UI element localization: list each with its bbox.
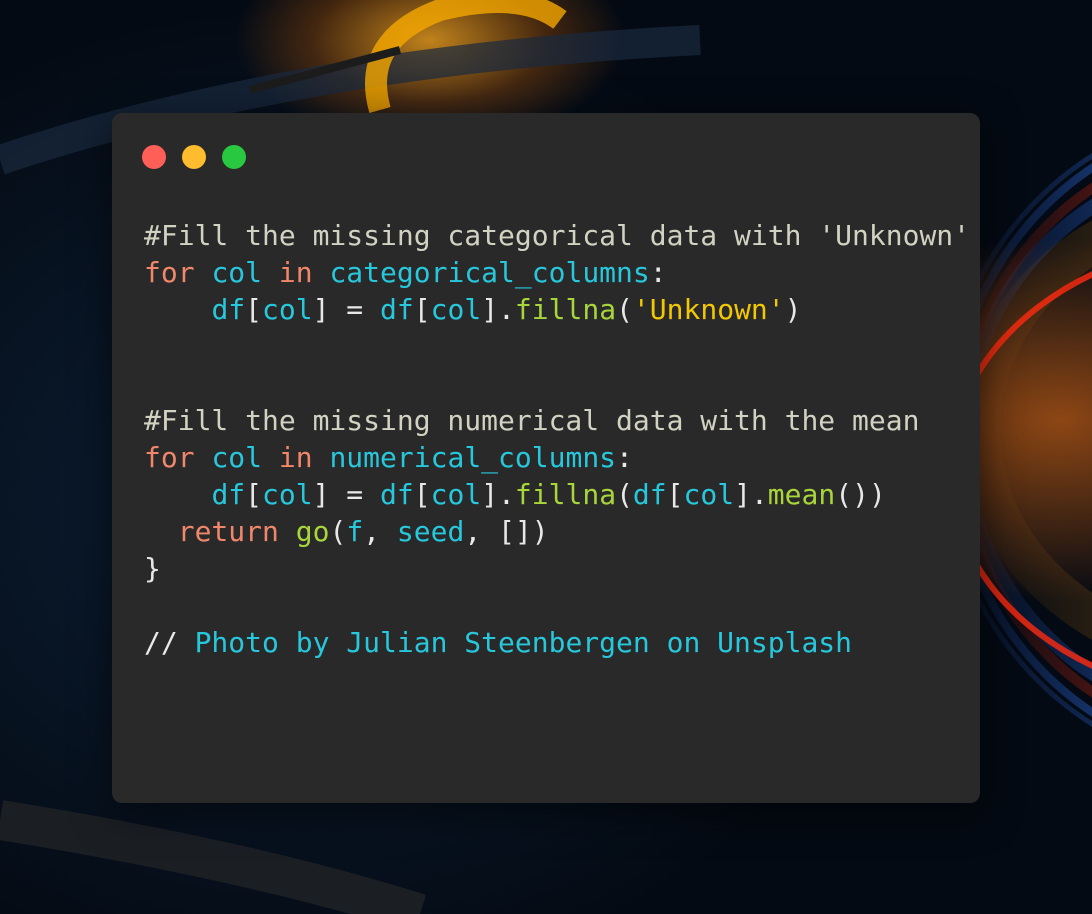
- identifier-col: col: [430, 293, 482, 326]
- code-line-6: #Fill the missing numerical data with th…: [144, 402, 970, 439]
- code-window: #Fill the missing categorical data with …: [112, 113, 980, 803]
- punct-lbracket: [: [245, 478, 263, 511]
- punct-dot: .: [498, 478, 515, 511]
- identifier-f: f: [346, 515, 364, 548]
- caption-comment-marker: //: [144, 626, 195, 659]
- punct-dot: .: [498, 293, 515, 326]
- punct-colon: :: [649, 256, 667, 289]
- comment-numerical: #Fill the missing numerical data with th…: [144, 404, 920, 437]
- keyword-in: in: [278, 256, 313, 289]
- keyword-for: for: [144, 256, 195, 289]
- code-line-caption: // Photo by Julian Steenbergen on Unspla…: [144, 624, 970, 661]
- code-block: #Fill the missing categorical data with …: [144, 217, 970, 661]
- punct-rbracket: ]: [481, 293, 499, 326]
- background-photo: #Fill the missing categorical data with …: [0, 0, 1092, 914]
- punct-empty-list: []): [498, 515, 549, 548]
- keyword-in: in: [278, 441, 313, 474]
- punct-rbracket: ]: [312, 478, 330, 511]
- code-line-3: df[col] = df[col].fillna('Unknown'): [144, 291, 970, 328]
- function-go: go: [295, 515, 330, 548]
- code-line-8: df[col] = df[col].fillna(df[col].mean()): [144, 476, 970, 513]
- close-button[interactable]: [142, 145, 166, 169]
- identifier-col: col: [262, 293, 313, 326]
- function-fillna: fillna: [514, 293, 617, 326]
- identifier-categorical-columns: categorical_columns: [329, 256, 650, 289]
- punct-lbracket: [: [245, 293, 263, 326]
- function-mean: mean: [767, 478, 836, 511]
- punct-equals: =: [329, 293, 381, 326]
- punct-call-close: ()): [835, 478, 886, 511]
- identifier-numerical-columns: numerical_columns: [329, 441, 617, 474]
- identifier-df: df: [211, 293, 246, 326]
- punct-lparen: (: [329, 515, 347, 548]
- punct-comma: ,: [464, 515, 499, 548]
- identifier-col: col: [683, 478, 735, 511]
- code-line-7: for col in numerical_columns:: [144, 439, 970, 476]
- code-line-9: return go(f, seed, []): [144, 513, 970, 550]
- punct-rbracket: ]: [312, 293, 330, 326]
- punct-rparen: ): [784, 293, 802, 326]
- punct-dot: .: [750, 478, 768, 511]
- code-line-2: for col in categorical_columns:: [144, 254, 970, 291]
- photo-credit: Photo by Julian Steenbergen on Unsplash: [194, 626, 853, 659]
- identifier-col: col: [211, 441, 263, 474]
- punct-rbracket: ]: [734, 478, 751, 511]
- identifier-df: df: [380, 478, 414, 511]
- identifier-col: col: [430, 478, 482, 511]
- identifier-col: col: [262, 478, 313, 511]
- code-line-10: }: [144, 550, 970, 587]
- zoom-button[interactable]: [222, 145, 246, 169]
- punct-rbracket: ]: [481, 478, 499, 511]
- keyword-return: return: [177, 515, 279, 548]
- punct-equals: =: [329, 478, 381, 511]
- window-controls: [142, 145, 246, 169]
- punct-lbracket: [: [413, 478, 431, 511]
- identifier-seed: seed: [396, 515, 465, 548]
- punct-close-brace: }: [144, 552, 161, 585]
- punct-lparen: (: [616, 478, 633, 511]
- keyword-for: for: [144, 441, 195, 474]
- punct-colon: :: [616, 441, 633, 474]
- comment-categorical: #Fill the missing categorical data with …: [144, 219, 971, 252]
- minimize-button[interactable]: [182, 145, 206, 169]
- identifier-df: df: [632, 478, 667, 511]
- function-fillna: fillna: [514, 478, 617, 511]
- punct-comma: ,: [363, 515, 397, 548]
- identifier-df: df: [211, 478, 246, 511]
- punct-lparen: (: [616, 293, 633, 326]
- code-line-1: #Fill the missing categorical data with …: [144, 217, 970, 254]
- punct-lbracket: [: [413, 293, 431, 326]
- string-unknown: 'Unknown': [632, 293, 785, 326]
- identifier-df: df: [380, 293, 414, 326]
- punct-lbracket: [: [666, 478, 684, 511]
- identifier-col: col: [211, 256, 263, 289]
